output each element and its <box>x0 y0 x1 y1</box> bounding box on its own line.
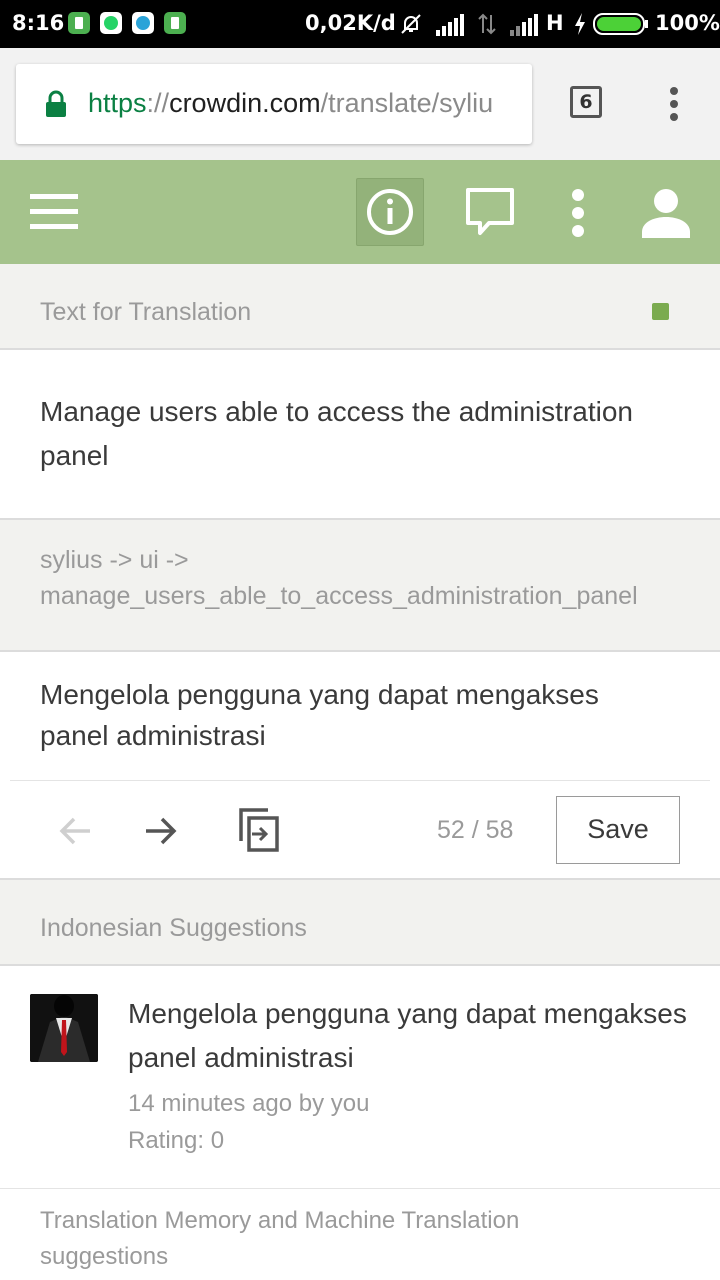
next-arrow-icon[interactable] <box>144 816 178 846</box>
signal-icon-2 <box>510 14 538 36</box>
mute-icon <box>401 14 421 34</box>
more-vert-icon[interactable] <box>569 188 587 238</box>
suggestion-item[interactable]: Mengelola pengguna yang dapat mengakses … <box>0 966 720 1188</box>
translation-text[interactable]: Mengelola pengguna yang dapat mengakses … <box>40 674 660 756</box>
telegram-icon <box>132 12 154 34</box>
copy-source-icon[interactable] <box>238 807 280 853</box>
info-icon <box>367 189 413 235</box>
url-text[interactable]: https://crowdin.com/translate/syliu <box>88 88 518 122</box>
avatar-image <box>30 994 98 1062</box>
tm-section-header: Translation Memory and Machine Translati… <box>0 1189 720 1280</box>
url-path: /translate/syliu <box>320 88 494 118</box>
menu-icon[interactable] <box>30 194 78 230</box>
network-rate: 0,02K/d <box>305 11 396 35</box>
tab-switcher-button[interactable]: 6 <box>570 86 602 118</box>
signal-icon <box>436 14 464 36</box>
url-host: crowdin.com <box>169 88 321 118</box>
url-separator: :// <box>146 88 170 118</box>
source-section-title: Text for Translation <box>40 298 252 326</box>
whatsapp-icon <box>100 12 122 34</box>
battery-percent: 100% <box>655 11 720 35</box>
translation-status-indicator <box>652 303 669 320</box>
suggestion-rating: Rating: 0 <box>128 1127 225 1154</box>
app-bar <box>0 160 720 264</box>
source-text-block: Manage users able to access the administ… <box>0 350 720 520</box>
lock-icon <box>46 90 66 117</box>
string-key-line2: manage_users_able_to_access_administrati… <box>40 582 638 610</box>
source-section-header: Text for Translation <box>0 264 720 350</box>
user-icon[interactable] <box>640 188 692 238</box>
info-button[interactable] <box>356 178 424 246</box>
translation-input[interactable]: Mengelola pengguna yang dapat mengakses … <box>0 652 720 780</box>
browser-toolbar: https://crowdin.com/translate/syliu 6 <box>0 48 720 160</box>
save-button[interactable]: Save <box>556 796 680 864</box>
save-button-label: Save <box>587 814 649 844</box>
source-text: Manage users able to access the administ… <box>40 396 633 471</box>
previous-arrow-icon[interactable] <box>58 816 92 846</box>
app-icon-green-2 <box>164 12 186 34</box>
status-bar: 8:16 0,02K/d H 100% <box>0 0 720 48</box>
avatar <box>30 994 98 1062</box>
suggestions-section-title: Indonesian Suggestions <box>40 914 307 942</box>
suggestion-text[interactable]: Mengelola pengguna yang dapat mengakses … <box>128 992 688 1080</box>
data-icon <box>478 13 496 35</box>
suggestions-section-header: Indonesian Suggestions <box>0 880 720 966</box>
string-counter: 52 / 58 <box>437 816 514 844</box>
url-bar[interactable]: https://crowdin.com/translate/syliu <box>16 64 532 144</box>
editor-toolbar: 52 / 58 Save <box>0 781 720 880</box>
network-type: H <box>546 11 564 35</box>
charging-icon <box>575 13 585 35</box>
app-icon-green <box>68 12 90 34</box>
comment-icon[interactable] <box>465 187 515 237</box>
tm-section-title: Translation Memory and Machine Translati… <box>40 1207 520 1270</box>
browser-menu-icon[interactable] <box>667 86 681 122</box>
battery-icon <box>593 13 648 35</box>
string-key-block: sylius -> ui -> manage_users_able_to_acc… <box>0 520 720 652</box>
suggestion-meta: 14 minutes ago by you <box>128 1090 370 1117</box>
tab-count: 6 <box>579 91 593 113</box>
status-time: 8:16 <box>12 11 65 35</box>
string-key-line1: sylius -> ui -> <box>40 546 189 574</box>
url-scheme: https <box>88 88 147 118</box>
